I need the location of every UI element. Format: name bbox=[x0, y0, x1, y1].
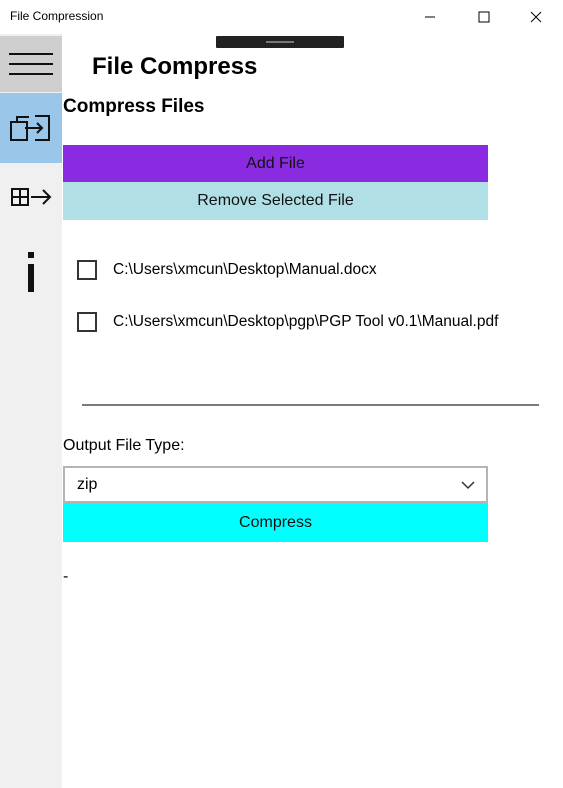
file-path: C:\Users\xmcun\Desktop\Manual.docx bbox=[113, 261, 377, 278]
output-file-type-label: Output File Type: bbox=[63, 437, 185, 454]
hamburger-menu-icon bbox=[9, 53, 53, 75]
minimize-button[interactable] bbox=[403, 0, 457, 34]
section-title: Compress Files bbox=[63, 96, 205, 117]
compress-files-icon bbox=[10, 115, 50, 141]
close-icon bbox=[530, 11, 542, 23]
output-file-type-value: zip bbox=[77, 476, 98, 493]
sidebar-menu-button[interactable] bbox=[0, 36, 62, 92]
info-icon bbox=[28, 252, 34, 292]
window-title: File Compression bbox=[10, 9, 104, 23]
compress-button[interactable]: Compress bbox=[63, 503, 488, 542]
remove-file-label: Remove Selected File bbox=[197, 192, 354, 209]
output-file-type-dropdown[interactable]: zip bbox=[63, 466, 488, 503]
chevron-down-icon bbox=[461, 481, 475, 490]
maximize-button[interactable] bbox=[457, 0, 511, 34]
status-text: - bbox=[63, 568, 69, 585]
remove-selected-file-button[interactable]: Remove Selected File bbox=[63, 182, 488, 220]
extract-files-icon bbox=[11, 188, 52, 206]
maximize-icon bbox=[478, 11, 490, 23]
file-checkbox[interactable] bbox=[77, 260, 97, 280]
drag-handle[interactable] bbox=[216, 36, 344, 48]
file-path: C:\Users\xmcun\Desktop\pgp\PGP Tool v0.1… bbox=[113, 313, 499, 330]
separator bbox=[82, 404, 539, 406]
title-bar: File Compression bbox=[0, 0, 563, 34]
sidebar-item-about[interactable] bbox=[0, 244, 62, 300]
sidebar-item-compress[interactable] bbox=[0, 93, 62, 163]
sidebar bbox=[0, 34, 62, 788]
close-button[interactable] bbox=[509, 0, 563, 34]
add-file-label: Add File bbox=[246, 154, 305, 172]
file-checkbox[interactable] bbox=[77, 312, 97, 332]
add-file-button[interactable]: Add File bbox=[63, 145, 488, 182]
file-list-item[interactable]: C:\Users\xmcun\Desktop\Manual.docx bbox=[77, 257, 377, 283]
file-list-item[interactable]: C:\Users\xmcun\Desktop\pgp\PGP Tool v0.1… bbox=[77, 309, 498, 335]
sidebar-item-extract[interactable] bbox=[0, 176, 62, 218]
app-title: File Compress bbox=[92, 53, 258, 80]
minimize-icon bbox=[425, 16, 435, 18]
compress-label: Compress bbox=[239, 513, 312, 531]
